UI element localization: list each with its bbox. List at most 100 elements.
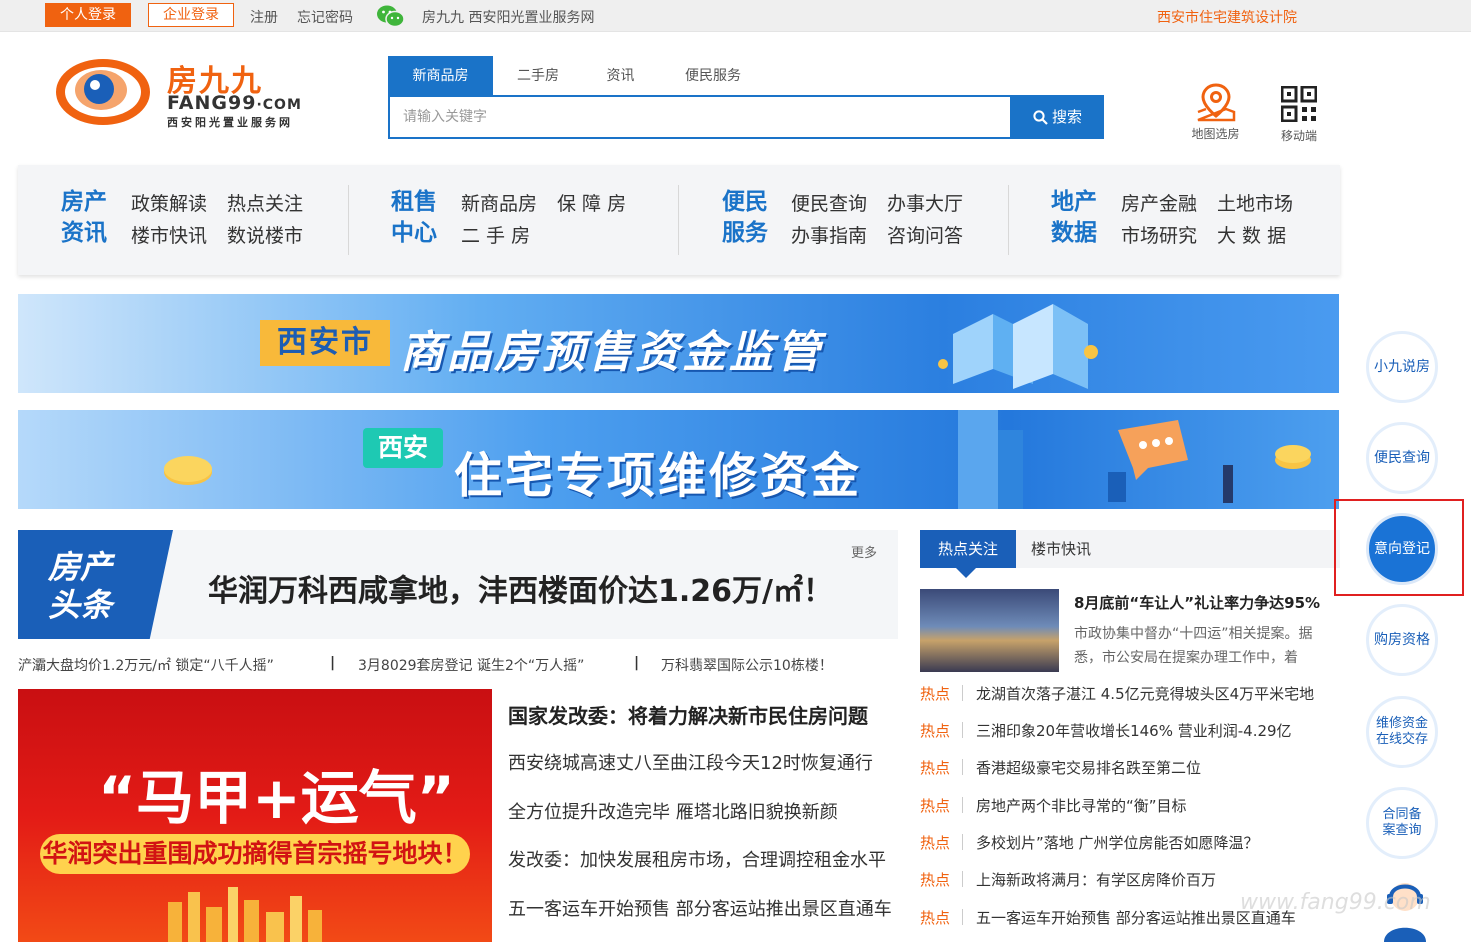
- logo-subtitle: 西安阳光置业服务网: [167, 116, 293, 129]
- hot-top-title[interactable]: 8月底前“车让人”礼让率力争达95%: [1074, 592, 1320, 613]
- news-item[interactable]: 西安绕城高速丈八至曲江段今天12时恢复通行: [508, 749, 873, 775]
- nav-item-data-talk[interactable]: 数说楼市: [227, 221, 303, 248]
- headline-title[interactable]: 华润万科西咸拿地，沣西楼面价达1.26万/㎡！: [208, 566, 833, 610]
- feature-title: “马甲+运气”: [98, 764, 455, 832]
- sub-news-divider: |: [634, 655, 640, 671]
- map-house-search-button[interactable]: 地图选房: [1188, 82, 1243, 142]
- nav-group-services: 便民 服务 便民查询 办事大厅 办事指南 咨询问答: [722, 187, 982, 253]
- list-item[interactable]: 热点 三湘印象20年营收增长146% 营业利润-4.29亿: [920, 720, 1340, 742]
- search-tab-services[interactable]: 便民服务: [668, 56, 758, 96]
- nav-divider: [348, 185, 349, 255]
- nav-group-news: 房产 资讯 政策解读 热点关注 楼市快讯 数说楼市: [61, 187, 321, 253]
- hot-tabs: 热点关注 楼市快讯: [920, 530, 1340, 578]
- sidebar-item-query[interactable]: 便民查询: [1366, 422, 1438, 494]
- nav-item-qa[interactable]: 咨询问答: [887, 221, 963, 248]
- nav-item-policy[interactable]: 政策解读: [131, 189, 207, 216]
- map-label: 地图选房: [1191, 127, 1240, 141]
- list-item[interactable]: 热点 龙湖首次落子湛江 4.5亿元竞得坡头区4万平米宅地: [920, 683, 1340, 705]
- sub-news-divider: |: [330, 655, 336, 671]
- nav-divider: [1008, 185, 1009, 255]
- banner1-title: 商品房预售资金监管: [400, 327, 823, 378]
- sub-news-item[interactable]: 万科翡翠国际公示10栋楼！: [661, 655, 833, 675]
- nav-item-hall[interactable]: 办事大厅: [887, 189, 963, 216]
- nav-item-finance[interactable]: 房产金融: [1121, 189, 1197, 216]
- map-pin-icon: [1197, 83, 1236, 122]
- hot-news-thumbnail[interactable]: [920, 589, 1059, 672]
- sidebar-item-xiaojiu[interactable]: 小九说房: [1366, 331, 1438, 403]
- search-tab-news[interactable]: 资讯: [588, 56, 653, 96]
- company-login-button[interactable]: 企业登录: [148, 3, 234, 27]
- site-name: 房九九 西安阳光置业服务网: [422, 10, 595, 26]
- nav-item-affordable[interactable]: 保 障 房: [557, 189, 626, 216]
- nav-category-data[interactable]: 地产 数据: [1051, 187, 1101, 249]
- search-input[interactable]: 请输入关键字: [388, 95, 1012, 139]
- eye-logo-icon: [56, 59, 150, 125]
- mobile-label: 移动端: [1280, 129, 1317, 143]
- banner1-tag: 西安市: [260, 320, 390, 366]
- qr-code-icon: [1281, 86, 1317, 122]
- tab-market-news[interactable]: 楼市快讯: [1016, 530, 1106, 568]
- nav-item-market-news[interactable]: 楼市快讯: [131, 221, 207, 248]
- main-nav: 房产 资讯 政策解读 热点关注 楼市快讯 数说楼市 租售 中心 新商品房 保 障 房…: [18, 165, 1340, 275]
- wechat-icon[interactable]: [376, 3, 406, 29]
- design-institute-link[interactable]: 西安市住宅建筑设计院: [1157, 7, 1297, 27]
- sub-news-item[interactable]: 浐灞大盘均价1.2万元/㎡ 锁定“八千人摇”: [18, 655, 274, 675]
- active-tab-arrow: [956, 568, 976, 578]
- banner2-title: 住宅专项维修资金: [454, 448, 863, 504]
- maintenance-fund-banner[interactable]: 西安 住宅专项维修资金: [18, 410, 1339, 509]
- headline-block: 房产 头条 华润万科西咸拿地，沣西楼面价达1.26万/㎡！ 更多: [18, 530, 898, 639]
- search-button[interactable]: 搜索: [1011, 95, 1104, 139]
- nav-item-guide[interactable]: 办事指南: [791, 221, 867, 248]
- sidebar-item-fund-payment[interactable]: 维修资金在线交存: [1366, 696, 1438, 768]
- nav-category-news[interactable]: 房产 资讯: [61, 187, 111, 249]
- news-item[interactable]: 五一客运车开始预售 部分客运站推出景区直通车: [508, 895, 892, 921]
- nav-category-rent-sale[interactable]: 租售 中心: [391, 187, 441, 249]
- site-logo[interactable]: 房九九 FANG99·COM 西安阳光置业服务网: [55, 52, 305, 132]
- presale-fund-banner[interactable]: 西安市 商品房预售资金监管: [18, 294, 1339, 393]
- headline-more-link[interactable]: 更多: [851, 542, 877, 561]
- skyline-illustration-icon: [168, 887, 322, 942]
- personal-login-button[interactable]: 个人登录: [45, 3, 131, 27]
- tab-hot-focus[interactable]: 热点关注: [920, 530, 1016, 568]
- hot-top-desc: 市政协集中督办“十四运”相关提案。据悉，市公安局在提案办理工作中，着: [1074, 626, 1313, 666]
- nav-group-rent-sale: 租售 中心 新商品房 保 障 房 二 手 房: [391, 187, 651, 253]
- forgot-password-link[interactable]: 忘记密码: [297, 7, 353, 27]
- nav-group-data: 地产 数据 房产金融 土地市场 市场研究 大 数 据: [1051, 187, 1321, 253]
- nav-item-second-hand[interactable]: 二 手 房: [461, 221, 530, 248]
- list-item[interactable]: 热点 香港超级豪宅交易排名跌至第二位: [920, 757, 1340, 779]
- search-tab-new-house[interactable]: 新商品房: [388, 56, 493, 96]
- highlight-box: [1334, 499, 1464, 596]
- coin-icon: [164, 456, 212, 485]
- nav-item-land[interactable]: 土地市场: [1217, 189, 1293, 216]
- buildings-illustration-icon: [938, 304, 1098, 389]
- nav-divider: [678, 185, 679, 255]
- headline-sub-news: 浐灞大盘均价1.2万元/㎡ 锁定“八千人摇” | 3月8029套房登记 诞生2个…: [18, 655, 898, 675]
- news-main-title[interactable]: 国家发改委：将着力解决新市民住房问题: [508, 700, 868, 729]
- top-bar: 个人登录 企业登录 注册 忘记密码 房九九 西安阳光置业服务网 西安市住宅建筑设…: [0, 0, 1471, 32]
- nav-item-new-house[interactable]: 新商品房: [461, 189, 537, 216]
- nav-category-services[interactable]: 便民 服务: [722, 187, 772, 249]
- banner2-tag: 西安: [363, 428, 443, 468]
- list-item[interactable]: 热点 上海新政将满月：有学区房降价百万: [920, 869, 1340, 891]
- feature-subtitle: 华润突出重围成功摘得首宗摇号地块！: [40, 834, 470, 874]
- headline-badge: 房产 头条: [18, 530, 173, 639]
- nav-item-query[interactable]: 便民查询: [791, 189, 867, 216]
- list-item[interactable]: 热点 房地产两个非比寻常的“衡”目标: [920, 795, 1340, 817]
- sidebar-item-qualification[interactable]: 购房资格: [1366, 604, 1438, 676]
- search-tab-second-hand[interactable]: 二手房: [503, 56, 573, 96]
- chat-bubble-illustration-icon: [958, 410, 1311, 509]
- register-link[interactable]: 注册: [250, 7, 278, 27]
- news-item[interactable]: 全方位提升改造完毕 雁塔北路旧貌换新颜: [508, 798, 838, 824]
- logo-en-text: FANG99·COM: [167, 92, 302, 114]
- news-item[interactable]: 发改委：加快发展租房市场，合理调控租金水平: [508, 846, 886, 872]
- mobile-qr-button[interactable]: 移动端: [1275, 84, 1323, 144]
- nav-item-big-data[interactable]: 大 数 据: [1217, 221, 1286, 248]
- watermark: www.fang99.com: [1240, 890, 1431, 915]
- feature-image[interactable]: “马甲+运气” 华润突出重围成功摘得首宗摇号地块！: [18, 689, 492, 942]
- nav-item-hot[interactable]: 热点关注: [227, 189, 303, 216]
- nav-item-research[interactable]: 市场研究: [1121, 221, 1197, 248]
- search-icon: [1033, 110, 1048, 125]
- sidebar-item-contract-query[interactable]: 合同备案查询: [1366, 787, 1438, 859]
- list-item[interactable]: 热点 多校划片”落地 广州学位房能否如愿降温？: [920, 832, 1340, 854]
- sub-news-item[interactable]: 3月8029套房登记 诞生2个“万人摇”: [358, 655, 584, 675]
